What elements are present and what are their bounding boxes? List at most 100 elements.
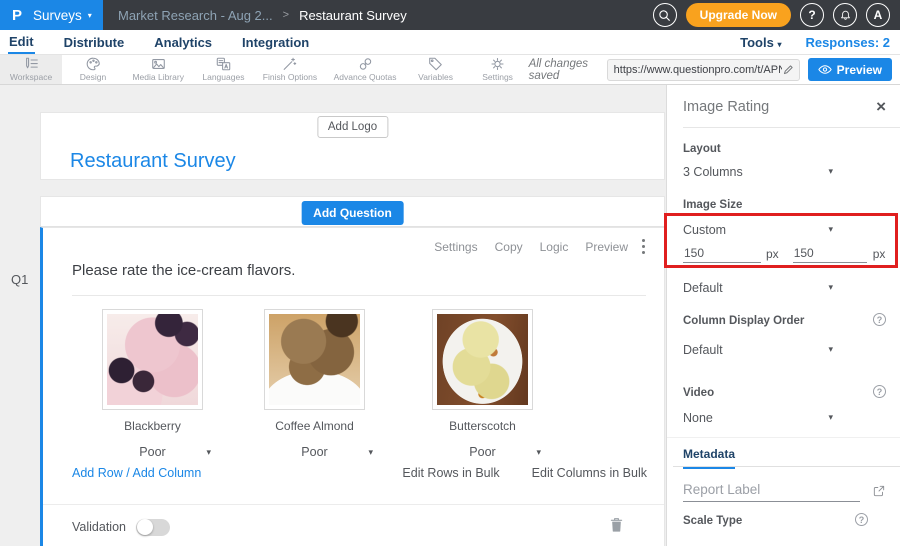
responses-count[interactable]: Responses: 2 bbox=[805, 35, 890, 50]
help-icon[interactable]: ? bbox=[873, 313, 886, 326]
column-display-order-dropdown[interactable]: Default▾ bbox=[683, 343, 833, 357]
topbar-actions: Upgrade Now ? A bbox=[653, 3, 900, 27]
chevron-down-icon: ▾ bbox=[777, 40, 781, 49]
question-index: Q1 bbox=[11, 272, 28, 287]
save-status: All changes saved bbox=[529, 58, 599, 82]
column-display-order-label: Column Display Order bbox=[683, 315, 804, 327]
toolbar-item-settings[interactable]: Settings bbox=[467, 55, 529, 84]
rating-column-blackberry: Blackberry Poor▾ bbox=[102, 309, 203, 459]
tag-icon bbox=[427, 56, 444, 72]
survey-canvas: Q1 Add Logo Restaurant Survey Add Questi… bbox=[0, 85, 666, 546]
add-row-link[interactable]: Add Row bbox=[72, 466, 123, 480]
column-label[interactable]: Coffee Almond bbox=[264, 419, 365, 433]
divider bbox=[673, 466, 900, 467]
rating-dropdown[interactable]: Poor▾ bbox=[102, 445, 203, 459]
divider bbox=[683, 127, 900, 128]
main-area: Q1 Add Logo Restaurant Survey Add Questi… bbox=[0, 85, 900, 546]
breadcrumb-folder[interactable]: Market Research - Aug 2... bbox=[118, 8, 273, 23]
avatar[interactable]: A bbox=[866, 3, 890, 27]
tab-distribute[interactable]: Distribute bbox=[63, 32, 126, 53]
question-text[interactable]: Please rate the ice-cream flavors. bbox=[72, 262, 295, 279]
notifications-button[interactable] bbox=[833, 3, 857, 27]
help-button[interactable]: ? bbox=[800, 3, 824, 27]
image-width-input[interactable] bbox=[683, 246, 761, 263]
open-editor-icon[interactable] bbox=[872, 484, 886, 498]
toolbar-item-languages[interactable]: Languages bbox=[192, 55, 254, 84]
eye-icon bbox=[818, 64, 832, 75]
image-size-dropdown[interactable]: Custom▾ bbox=[683, 223, 833, 237]
add-column-link[interactable]: Add Column bbox=[133, 466, 202, 480]
search-button[interactable] bbox=[653, 3, 677, 27]
question-settings-link[interactable]: Settings bbox=[434, 240, 477, 254]
survey-url-input[interactable] bbox=[614, 64, 782, 76]
question-settings-panel: Image Rating × Layout 3 Columns▾ Image S… bbox=[666, 85, 900, 546]
column-label[interactable]: Blackberry bbox=[102, 419, 203, 433]
translate-icon bbox=[215, 56, 232, 72]
tab-integration[interactable]: Integration bbox=[241, 32, 310, 53]
style-dropdown[interactable]: Default▾ bbox=[683, 281, 833, 295]
chevron-down-icon: ▾ bbox=[88, 11, 92, 20]
help-icon[interactable]: ? bbox=[873, 385, 886, 398]
chevron-down-icon: ▾ bbox=[828, 166, 833, 177]
section-tab-bar: Edit Distribute Analytics Integration To… bbox=[0, 30, 900, 55]
surveys-menu[interactable]: P Surveys ▾ bbox=[0, 0, 103, 30]
edit-columns-bulk-link[interactable]: Edit Columns in Bulk bbox=[532, 466, 647, 480]
image-height-input[interactable] bbox=[793, 246, 867, 263]
divider bbox=[667, 437, 900, 438]
add-question-button[interactable]: Add Question bbox=[301, 201, 404, 225]
image-size-label: Image Size bbox=[683, 199, 742, 211]
tab-edit[interactable]: Edit bbox=[8, 31, 35, 54]
chevron-down-icon: ▾ bbox=[828, 282, 833, 293]
layout-dropdown[interactable]: 3 Columns▾ bbox=[683, 165, 833, 179]
rating-dropdown[interactable]: Poor▾ bbox=[264, 445, 365, 459]
question-card[interactable]: Settings Copy Logic Preview Please rate … bbox=[40, 227, 665, 546]
toolbar-item-finish-options[interactable]: Finish Options bbox=[254, 55, 325, 84]
validation-toggle[interactable] bbox=[136, 519, 170, 536]
trash-icon bbox=[609, 516, 624, 533]
more-options-button[interactable] bbox=[641, 238, 646, 260]
chevron-down-icon: ▾ bbox=[828, 412, 833, 423]
close-icon[interactable]: × bbox=[876, 98, 886, 115]
tools-menu[interactable]: Tools ▾ bbox=[740, 35, 781, 50]
column-label[interactable]: Butterscotch bbox=[432, 419, 533, 433]
column-image[interactable] bbox=[432, 309, 533, 410]
preview-button[interactable]: Preview bbox=[808, 58, 892, 81]
video-dropdown[interactable]: None▾ bbox=[683, 411, 833, 425]
layout-label: Layout bbox=[683, 143, 721, 155]
toolbar-item-workspace[interactable]: Workspace bbox=[0, 55, 62, 84]
workspace-icon bbox=[23, 56, 40, 72]
help-icon[interactable]: ? bbox=[855, 513, 868, 526]
column-image[interactable] bbox=[102, 309, 203, 410]
chevron-down-icon: ▾ bbox=[828, 224, 833, 235]
question-preview-link[interactable]: Preview bbox=[585, 240, 628, 254]
rating-dropdown[interactable]: Poor▾ bbox=[432, 445, 533, 459]
width-unit: px bbox=[766, 247, 779, 261]
toolbar-item-variables[interactable]: Variables bbox=[405, 55, 467, 84]
edit-rows-bulk-link[interactable]: Edit Rows in Bulk bbox=[402, 466, 499, 480]
toolbar-item-design[interactable]: Design bbox=[62, 55, 124, 84]
toolbar-item-media-library[interactable]: Media Library bbox=[124, 55, 192, 84]
survey-title[interactable]: Restaurant Survey bbox=[70, 150, 236, 173]
search-icon bbox=[658, 9, 671, 22]
delete-question-button[interactable] bbox=[609, 516, 624, 538]
question-copy-link[interactable]: Copy bbox=[495, 240, 523, 254]
add-logo-button[interactable]: Add Logo bbox=[317, 116, 388, 138]
report-label-input[interactable] bbox=[683, 480, 860, 502]
panel-title: Image Rating bbox=[683, 99, 769, 115]
upgrade-now-button[interactable]: Upgrade Now bbox=[686, 3, 791, 27]
question-logic-link[interactable]: Logic bbox=[540, 240, 569, 254]
breadcrumb-separator: > bbox=[283, 9, 289, 21]
divider bbox=[72, 295, 646, 296]
bell-icon bbox=[839, 9, 852, 22]
edit-toolbar: Workspace Design Media Library Languages… bbox=[0, 55, 900, 85]
height-unit: px bbox=[873, 247, 886, 261]
column-image[interactable] bbox=[264, 309, 365, 410]
toolbar-item-advance-quotas[interactable]: Advance Quotas bbox=[325, 55, 404, 84]
tab-analytics[interactable]: Analytics bbox=[153, 32, 213, 53]
gear-icon bbox=[489, 56, 506, 72]
rating-column-butterscotch: Butterscotch Poor▾ bbox=[432, 309, 533, 459]
edit-pencil-icon[interactable] bbox=[782, 63, 795, 76]
question-actions: Settings Copy Logic Preview bbox=[434, 240, 628, 254]
chevron-down-icon: ▾ bbox=[368, 447, 373, 458]
breadcrumb-current: Restaurant Survey bbox=[299, 8, 407, 23]
